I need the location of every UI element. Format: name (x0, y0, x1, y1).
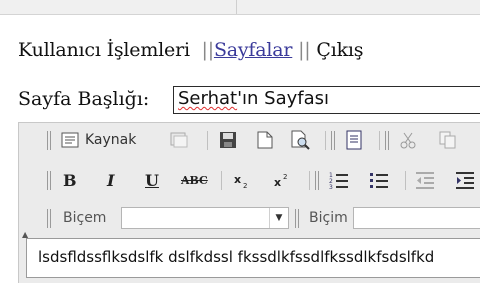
toolbar-separator (207, 131, 208, 150)
toolbar-grip[interactable] (47, 171, 51, 190)
toolbar-grip[interactable] (315, 171, 319, 190)
document-button[interactable] (345, 129, 363, 151)
save-icon (220, 132, 236, 148)
toolbar-row-3: Biçem ▼ Biçim (19, 203, 480, 233)
toolbar-separator (379, 131, 380, 150)
source-button[interactable]: Kaynak (61, 129, 136, 151)
toolbar-grip[interactable] (47, 131, 51, 150)
nav-separator: || (298, 39, 311, 61)
copy-button[interactable] (439, 129, 457, 151)
title-rest: 'ın Sayfası (237, 88, 330, 109)
templates-icon (170, 132, 188, 148)
save-button[interactable] (219, 129, 237, 151)
svg-text:3: 3 (329, 184, 333, 190)
source-label: Kaynak (85, 132, 137, 148)
format-dropdown[interactable]: ▼ (121, 207, 289, 229)
format2-dropdown[interactable] (353, 207, 480, 229)
new-page-icon (257, 131, 273, 149)
toolbar-separator (325, 131, 326, 150)
superscript-icon: x2 (274, 173, 287, 189)
cut-button[interactable] (399, 129, 417, 151)
outdent-button[interactable] (415, 169, 435, 191)
toolbar-row-1: Kaynak (19, 125, 480, 155)
document-icon (346, 130, 362, 150)
svg-text:x: x (234, 173, 241, 186)
underline-button[interactable]: U (145, 169, 159, 191)
subscript-button[interactable]: x2 (233, 169, 251, 191)
format-label: Biçem (63, 210, 107, 226)
indent-button[interactable] (455, 169, 475, 191)
svg-text:2: 2 (283, 173, 287, 181)
bulleted-list-button[interactable] (369, 169, 389, 191)
outdent-icon (416, 172, 434, 189)
toolbar-separator (221, 171, 222, 190)
indent-icon (456, 172, 474, 189)
toolbar-grip[interactable] (385, 131, 389, 150)
bulleted-list-icon (370, 173, 388, 188)
bold-button[interactable]: B (63, 169, 77, 191)
subscript-icon: x2 (234, 173, 247, 189)
source-icon (61, 132, 79, 148)
page-title-input[interactable]: Serhat'ın Sayfası (173, 86, 480, 114)
page-title-label: Sayfa Başlığı: (18, 88, 150, 110)
toolbar-separator (405, 171, 406, 190)
italic-button[interactable]: I (107, 169, 114, 191)
numbered-list-icon: 123 (329, 172, 348, 190)
toolbar-grip[interactable] (331, 131, 335, 150)
preview-button[interactable] (291, 129, 311, 151)
preview-icon (291, 130, 310, 150)
nav-user-operations[interactable]: Kullanıcı İşlemleri (18, 39, 190, 61)
editor-content-text: lsdsfldssflksdslfk dslfkdssl fkssdlkfssd… (38, 248, 435, 266)
cut-icon (400, 132, 416, 149)
toolbar-grip[interactable] (295, 209, 299, 228)
toolbar-separator (309, 171, 310, 190)
toolbar-row-2: B I U ABC x2 x2 123 (19, 165, 480, 195)
nav-pages-link[interactable]: Sayfalar (214, 39, 293, 61)
templates-button[interactable] (169, 129, 189, 151)
strikethrough-button[interactable]: ABC (181, 169, 208, 191)
numbered-list-button[interactable]: 123 (329, 169, 349, 191)
svg-text:x: x (274, 176, 281, 189)
new-page-button[interactable] (257, 129, 273, 151)
main-navigation: Kullanıcı İşlemleri ||Sayfalar || Çıkış (18, 39, 364, 61)
top-divider (236, 0, 237, 14)
superscript-button[interactable]: x2 (273, 169, 291, 191)
title-misspelled-word: Serhat (178, 88, 238, 109)
format2-label: Biçim (309, 210, 348, 226)
chevron-down-icon[interactable]: ▼ (269, 208, 288, 228)
nav-separator: || (201, 39, 215, 61)
nav-logout[interactable]: Çıkış (316, 39, 363, 61)
copy-icon (439, 131, 456, 149)
toolbar-grip[interactable] (47, 209, 51, 228)
svg-text:2: 2 (243, 182, 247, 189)
browser-top-strip (0, 0, 480, 15)
